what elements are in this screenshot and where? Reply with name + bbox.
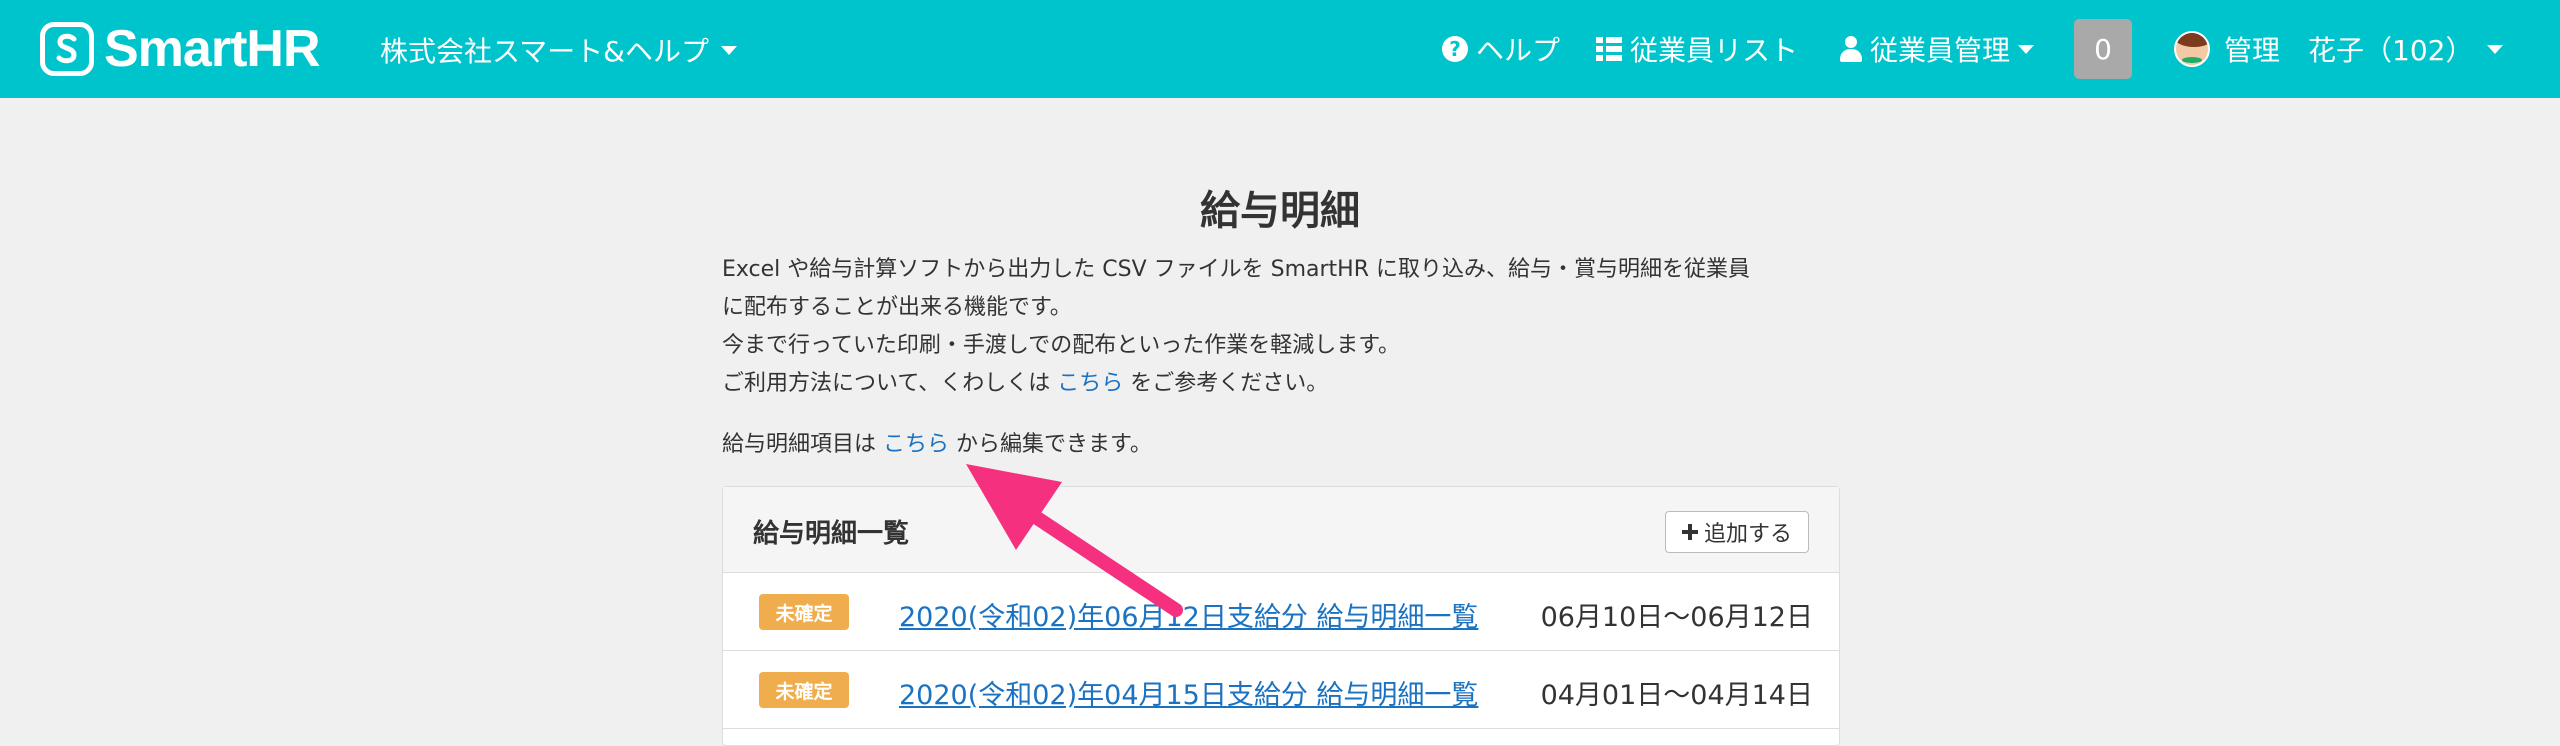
status-badge: 未確定	[759, 672, 849, 708]
description-line: Excel や給与計算ソフトから出力した CSV ファイルを SmartHR に…	[722, 257, 1750, 282]
question-circle-icon: ?	[1442, 36, 1468, 62]
user-name: 管理 花子（102）	[2224, 34, 2474, 67]
panel-title: 給与明細一覧	[753, 519, 910, 549]
payslip-link[interactable]: 2020(令和02)年06月12日支給分 給与明細一覧	[899, 595, 1478, 634]
help-text-suffix: をご参考ください。	[1130, 371, 1329, 396]
edit-items-link[interactable]: こちら	[883, 432, 949, 457]
nav-employee-management-label: 従業員管理	[1870, 34, 2011, 67]
panel-header: 給与明細一覧 追加する	[723, 487, 1839, 573]
avatar	[2174, 31, 2210, 67]
add-button-label: 追加する	[1703, 521, 1792, 546]
nav-employee-list[interactable]: 従業員リスト	[1596, 0, 1798, 98]
payslip-list-panel: 給与明細一覧 追加する 未確定 2020(令和02)年06月12日支給分 給与明…	[722, 486, 1840, 746]
notification-badge[interactable]: 0	[2074, 19, 2132, 79]
description-line: に配布することが出来る機能です。	[722, 295, 1072, 320]
period-range: 06月10日〜06月12日	[1540, 602, 1813, 633]
nav-help-label: ヘルプ	[1476, 34, 1561, 67]
logo-text: SmartHR	[104, 20, 320, 78]
smarthr-logo[interactable]: SmartHR	[40, 20, 320, 78]
description-line: 今まで行っていた印刷・手渡しでの配布といった作業を軽減します。	[722, 333, 1401, 358]
page-title: 給与明細	[1200, 188, 1360, 234]
nav-employee-list-label: 従業員リスト	[1630, 34, 1799, 67]
user-icon	[1840, 36, 1862, 62]
page-description: Excel や給与計算ソフトから出力した CSV ファイルを SmartHR に…	[722, 251, 1822, 403]
add-payslip-button[interactable]: 追加する	[1665, 511, 1809, 553]
chevron-down-icon	[2487, 44, 2504, 54]
status-badge: 未確定	[759, 594, 849, 630]
list-icon	[1596, 37, 1622, 61]
edit-items-text: 給与明細項目は	[722, 432, 877, 457]
edit-items-suffix: から編集できます。	[956, 432, 1152, 457]
edit-items-line: 給与明細項目は こちら から編集できます。	[722, 426, 1152, 458]
top-navbar: SmartHR 株式会社スマート&ヘルプ ? ヘルプ 従業員リスト 従業員管理 …	[0, 0, 2560, 98]
user-menu[interactable]: 管理 花子（102）	[2174, 0, 2504, 98]
company-name: 株式会社スマート&ヘルプ	[380, 35, 709, 68]
chevron-down-icon	[2018, 44, 2035, 54]
chevron-down-icon	[721, 45, 737, 55]
usage-guide-link[interactable]: こちら	[1057, 371, 1123, 396]
help-text: ご利用方法について、くわしくは	[722, 371, 1051, 396]
table-row: 未確定 2020(令和02)年04月15日支給分 給与明細一覧 04月01日〜0…	[723, 651, 1839, 729]
smarthr-logo-icon	[40, 22, 94, 76]
plus-icon	[1681, 524, 1698, 540]
table-row: 未確定 2020(令和02)年06月12日支給分 給与明細一覧 06月10日〜0…	[723, 573, 1839, 651]
company-switcher[interactable]: 株式会社スマート&ヘルプ	[380, 30, 737, 70]
payslip-link[interactable]: 2020(令和02)年04月15日支給分 給与明細一覧	[899, 673, 1478, 712]
description-line-help: ご利用方法について、くわしくは こちら をご参考ください。	[722, 365, 1822, 403]
nav-help[interactable]: ? ヘルプ	[1442, 0, 1560, 98]
period-range: 04月01日〜04月14日	[1540, 680, 1813, 711]
nav-employee-management[interactable]: 従業員管理	[1840, 0, 2035, 98]
